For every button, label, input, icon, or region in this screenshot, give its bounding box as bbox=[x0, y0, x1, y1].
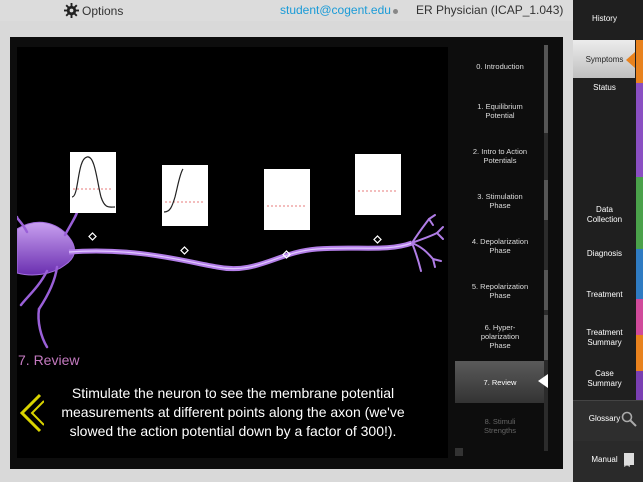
sidebar-item-status[interactable]: Status bbox=[573, 83, 636, 93]
scroll-segment bbox=[544, 180, 548, 220]
section-color-bar bbox=[636, 40, 643, 400]
chevron-left-icon bbox=[19, 393, 45, 433]
chapter-item[interactable]: 1. Equilibrium Potential bbox=[455, 90, 545, 132]
chapter-list-end bbox=[455, 448, 463, 456]
book-icon[interactable] bbox=[623, 452, 635, 468]
sidebar-item-data-collection[interactable]: Data Collection bbox=[573, 205, 636, 225]
membrane-graph-2 bbox=[162, 165, 208, 226]
chapter-scrollbar[interactable] bbox=[544, 45, 548, 451]
sidebar-item-case-summary[interactable]: Case Summary bbox=[573, 369, 636, 389]
section-title: 7. Review bbox=[18, 352, 80, 368]
sidebar-item-symptoms[interactable]: Symptoms bbox=[573, 55, 636, 65]
options-label: Options bbox=[82, 3, 124, 18]
active-chapter-pointer bbox=[538, 374, 548, 388]
chapter-item[interactable]: 8. Stimuli Strengths bbox=[455, 406, 545, 446]
options-button[interactable]: Options bbox=[64, 1, 123, 20]
chapter-item[interactable]: 4. Depolarization Phase bbox=[455, 225, 545, 267]
user-email[interactable]: student@cogent.edu bbox=[280, 3, 391, 17]
sidebar-item-treatment[interactable]: Treatment bbox=[573, 290, 636, 300]
scroll-segment bbox=[544, 45, 548, 133]
chapter-item[interactable]: 7. Review bbox=[455, 361, 545, 403]
chapter-list: 0. Introduction 1. Equilibrium Potential 2… bbox=[455, 45, 547, 451]
chapter-item[interactable]: 6. Hyper- polarization Phase bbox=[455, 315, 545, 357]
chapter-item[interactable]: 3. Stimulation Phase bbox=[455, 180, 545, 222]
membrane-graph-3 bbox=[264, 169, 310, 230]
sidebar-item-treatment-summary[interactable]: Treatment Summary bbox=[573, 328, 636, 348]
gear-icon bbox=[64, 3, 79, 18]
chapter-item[interactable]: 2. Intro to Action Potentials bbox=[455, 135, 545, 177]
scroll-segment bbox=[544, 270, 548, 310]
membrane-graph-1 bbox=[70, 152, 116, 213]
user-role: ER Physician (ICAP_1.043) bbox=[416, 3, 564, 17]
search-icon[interactable] bbox=[621, 411, 637, 427]
chapter-item[interactable]: 5. Repolarization Phase bbox=[455, 270, 545, 312]
membrane-graph-4 bbox=[355, 154, 401, 215]
instruction-caption: Stimulate the neuron to see the membrane… bbox=[61, 385, 405, 439]
separator-dot bbox=[393, 9, 398, 14]
sidebar-item-diagnosis[interactable]: Diagnosis bbox=[573, 249, 636, 259]
scroll-segment bbox=[544, 315, 548, 360]
back-button[interactable] bbox=[18, 393, 45, 438]
chapter-item[interactable]: 0. Introduction bbox=[455, 45, 545, 87]
sidebar-item-history[interactable]: History bbox=[573, 14, 636, 24]
